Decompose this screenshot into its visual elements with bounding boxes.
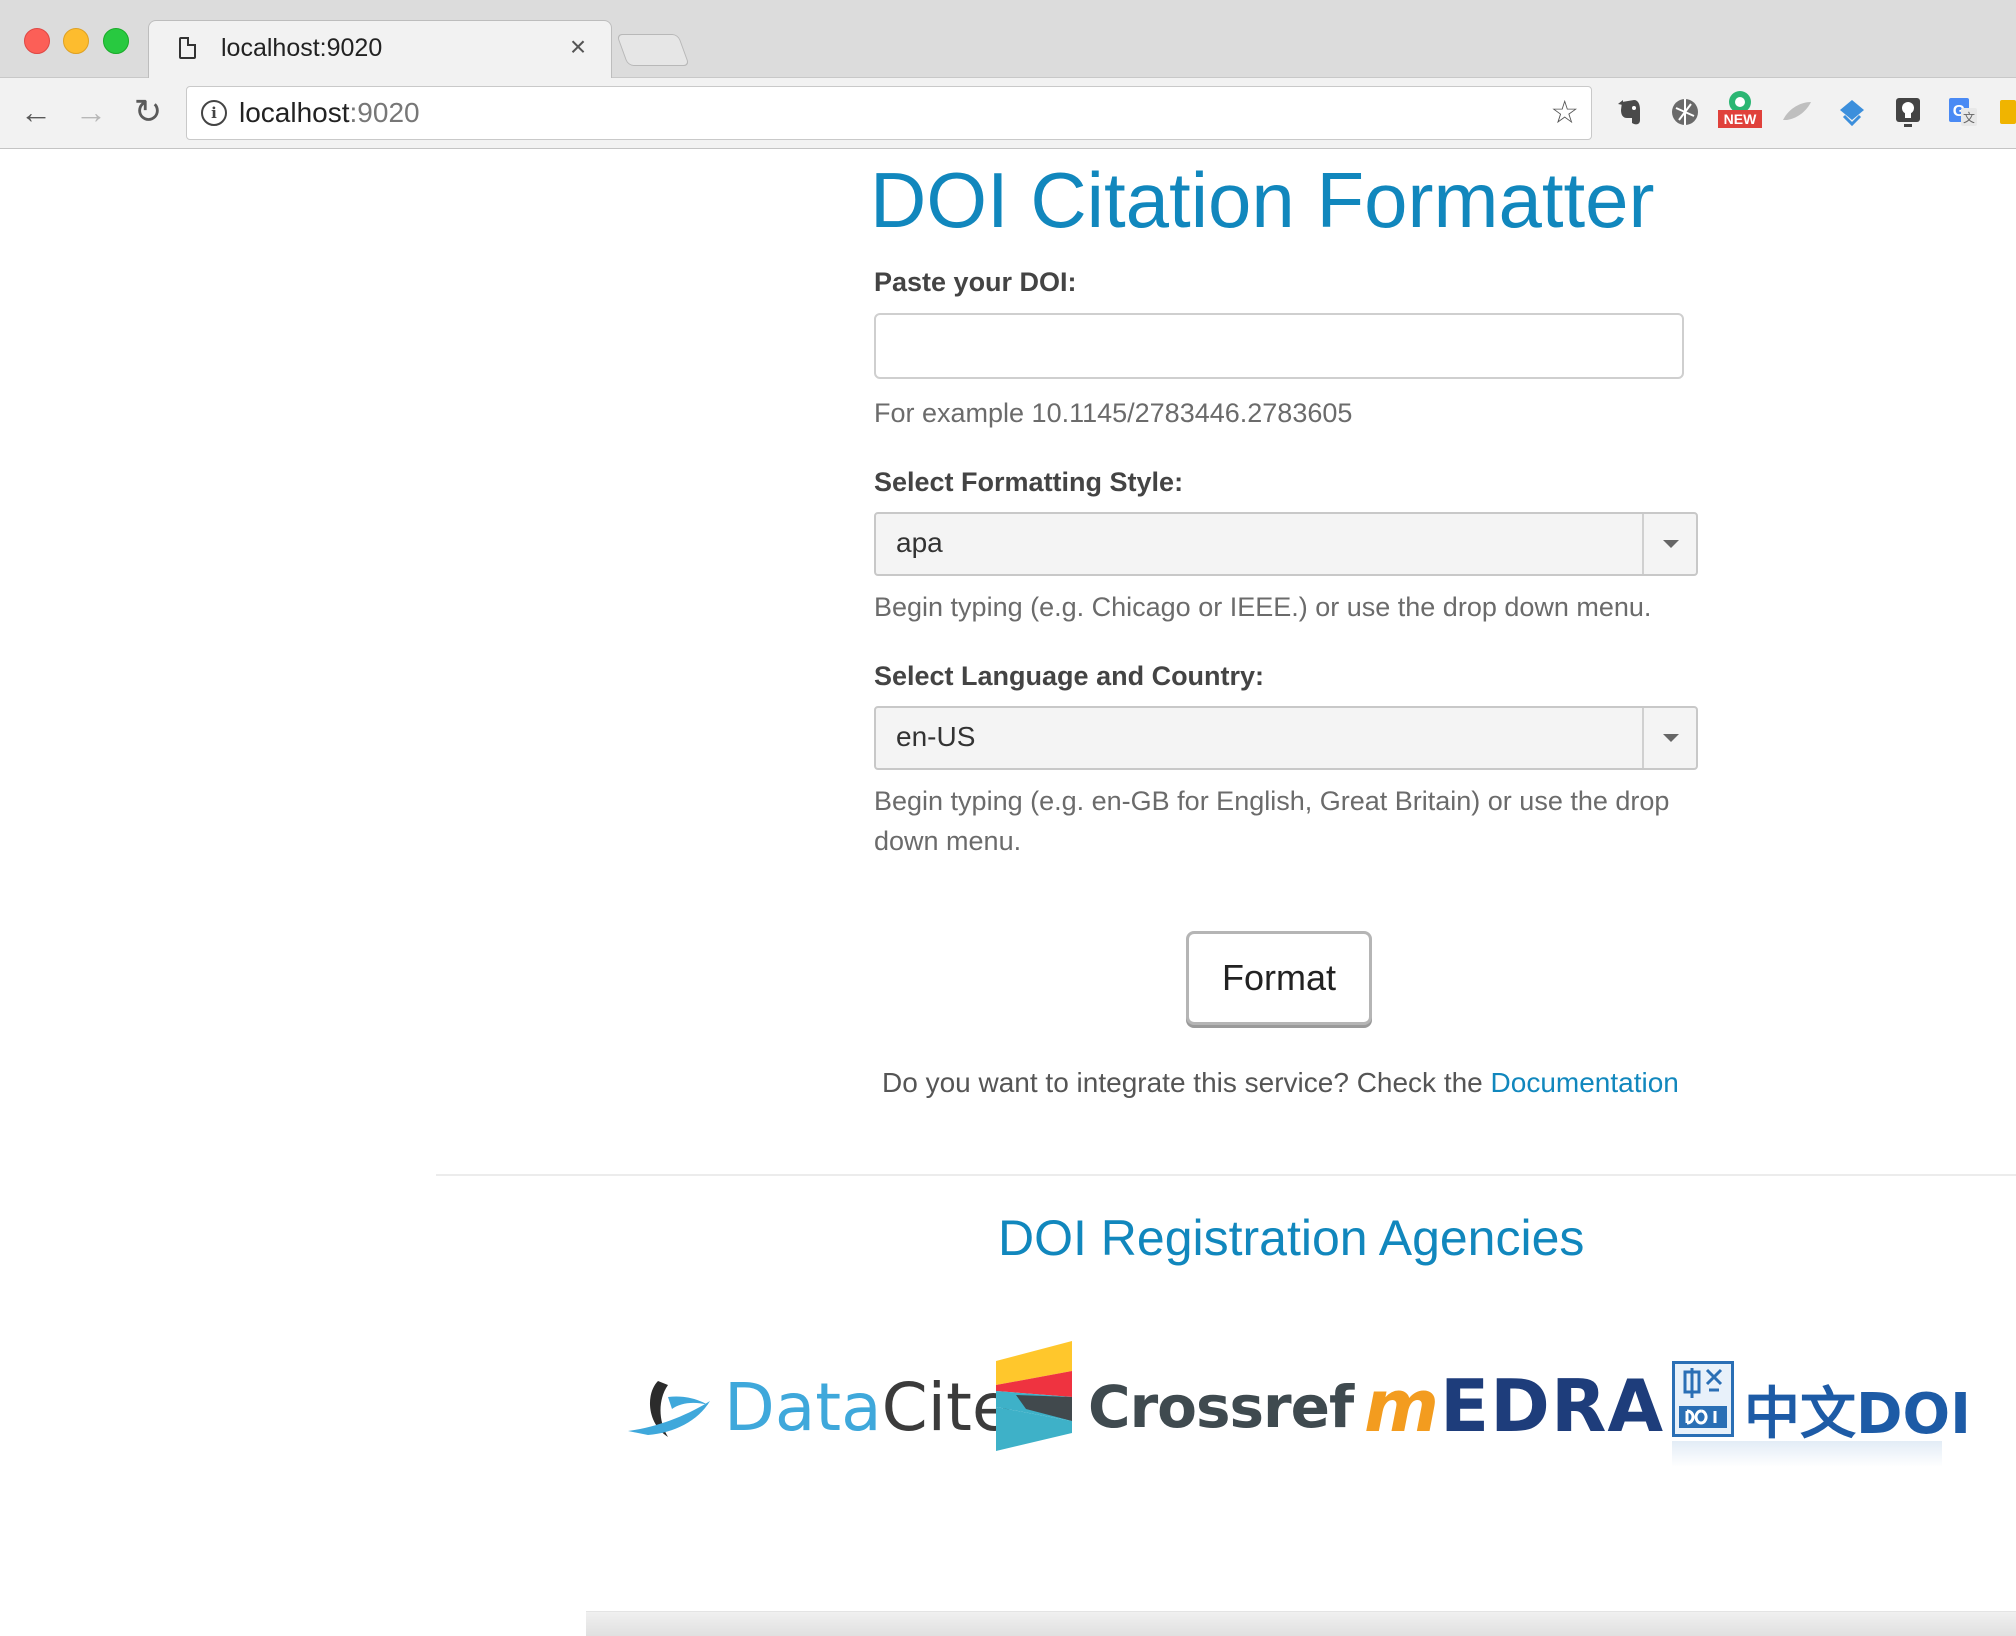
forward-arrow-icon[interactable]: → bbox=[69, 90, 113, 134]
url-text: localhost:9020 bbox=[239, 97, 420, 129]
doi-input[interactable] bbox=[874, 313, 1684, 379]
chevron-down-icon[interactable] bbox=[1642, 708, 1696, 768]
tab-bar: localhost:9020 × bbox=[0, 0, 2016, 79]
crossref-wordmark: Crossref bbox=[1088, 1373, 1354, 1441]
chinadoi-wordmark: 中文DOI bbox=[1744, 1382, 1971, 1447]
language-country-select[interactable]: en-US bbox=[874, 706, 1698, 770]
format-button[interactable]: Format bbox=[1186, 931, 1372, 1025]
language-label: Select Language and Country: bbox=[874, 661, 1265, 691]
datacite-data-text: Data bbox=[724, 1369, 882, 1446]
doi-label: Paste your DOI: bbox=[874, 267, 1077, 297]
style-help-text: Begin typing (e.g. Chicago or IEEE.) or … bbox=[874, 592, 1652, 622]
style-selected-value: apa bbox=[896, 527, 943, 558]
datacite-logo[interactable]: DataCite bbox=[628, 1369, 1013, 1451]
page-icon bbox=[179, 37, 196, 59]
info-icon[interactable]: i bbox=[201, 100, 227, 126]
browser-chrome: localhost:9020 × ← → ↻ i localhost:9020 … bbox=[0, 0, 2016, 149]
svg-text:文: 文 bbox=[1963, 110, 1975, 125]
address-bar[interactable]: i localhost:9020 ☆ bbox=[186, 86, 1592, 140]
agencies-title: DOI Registration Agencies bbox=[998, 1210, 1585, 1266]
reload-icon[interactable]: ↻ bbox=[126, 90, 170, 134]
maximize-window-button[interactable] bbox=[103, 28, 129, 54]
evernote-icon[interactable] bbox=[1612, 94, 1648, 130]
close-window-button[interactable] bbox=[24, 28, 50, 54]
tab-close-icon[interactable]: × bbox=[563, 32, 593, 62]
extension-diamond-icon[interactable] bbox=[1834, 94, 1870, 130]
doi-help-text: For example 10.1145/2783446.2783605 bbox=[874, 398, 1353, 428]
datacite-cite-text: Cite bbox=[881, 1369, 1013, 1446]
extension-lightbulb-icon[interactable] bbox=[1890, 94, 1926, 130]
crossref-mark-icon bbox=[996, 1341, 1072, 1451]
extension-yellow-icon[interactable] bbox=[2000, 94, 2016, 130]
chinadoi-logo[interactable]: 中文DOI bbox=[1672, 1357, 1971, 1467]
crossref-logo[interactable]: Crossref bbox=[996, 1341, 1354, 1461]
extension-feather-icon[interactable] bbox=[1779, 94, 1815, 130]
browser-tab[interactable]: localhost:9020 × bbox=[148, 20, 612, 79]
datacite-wordmark: DataCite bbox=[724, 1369, 1013, 1446]
page-title: DOI Citation Formatter bbox=[870, 156, 1655, 244]
documentation-link[interactable]: Documentation bbox=[1491, 1067, 1679, 1098]
tab-title: localhost:9020 bbox=[221, 34, 383, 62]
back-arrow-icon[interactable]: ← bbox=[14, 90, 58, 134]
integrate-prompt: Do you want to integrate this service? C… bbox=[882, 1067, 1491, 1098]
formatting-style-select[interactable]: apa bbox=[874, 512, 1698, 576]
integrate-text: Do you want to integrate this service? C… bbox=[882, 1067, 1679, 1099]
section-divider bbox=[436, 1174, 2016, 1176]
datacite-swoosh-icon bbox=[628, 1381, 710, 1437]
language-help-text: Begin typing (e.g. en-GB for English, Gr… bbox=[874, 786, 1670, 856]
medra-edra-text: EDRA bbox=[1440, 1364, 1665, 1448]
google-translate-icon[interactable]: G 文 bbox=[1945, 94, 1981, 130]
extension-new-icon[interactable]: NEW bbox=[1716, 88, 1764, 128]
language-selected-value: en-US bbox=[896, 721, 976, 752]
minimize-window-button[interactable] bbox=[63, 28, 89, 54]
new-badge: NEW bbox=[1724, 111, 1757, 127]
url-host: localhost bbox=[239, 97, 350, 128]
new-tab-button[interactable] bbox=[616, 34, 690, 66]
page-content: DOI Citation Formatter Paste your DOI: F… bbox=[0, 149, 2016, 1636]
chinadoi-reflection bbox=[1672, 1441, 1942, 1467]
medra-m-text: m bbox=[1364, 1364, 1440, 1448]
chevron-down-icon[interactable] bbox=[1642, 514, 1696, 574]
extension-globe-icon[interactable] bbox=[1667, 94, 1703, 130]
bottom-edge bbox=[586, 1611, 2016, 1636]
bookmark-star-icon[interactable]: ☆ bbox=[1550, 93, 1579, 131]
browser-toolbar: ← → ↻ i localhost:9020 ☆ NEW G 文 bbox=[0, 78, 2016, 149]
style-label: Select Formatting Style: bbox=[874, 467, 1184, 497]
url-port: :9020 bbox=[349, 97, 420, 128]
chinadoi-seal-icon bbox=[1672, 1361, 1734, 1437]
medra-logo[interactable]: m EDRA bbox=[1364, 1364, 1663, 1454]
